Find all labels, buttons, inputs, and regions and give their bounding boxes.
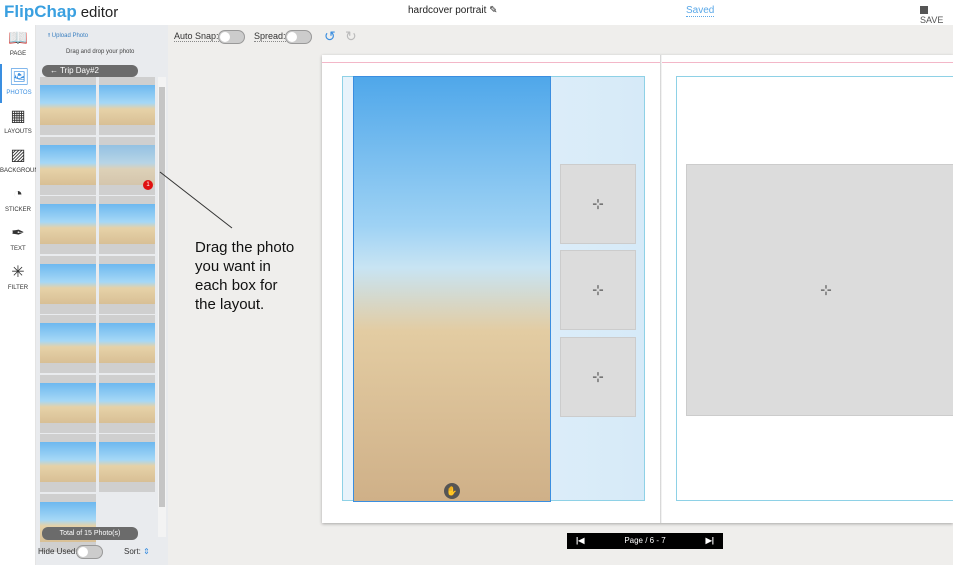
drag-handle-icon[interactable]: ✋ [444, 483, 460, 499]
drag-hint: Drag and drop your photo [66, 49, 135, 55]
sort-button[interactable]: Sort: ⇕ [124, 547, 150, 556]
rail-label: PAGE [9, 51, 27, 57]
photo-thumbnail[interactable] [99, 434, 155, 492]
photo-thumbnail[interactable] [99, 196, 155, 254]
annotation-text: Drag the photo you want in each box for the… [195, 239, 295, 313]
rail-label: TEXT [10, 246, 26, 252]
photo-image [99, 442, 155, 482]
photo-thumbnail[interactable] [99, 374, 155, 433]
photo-thumbnail[interactable] [99, 315, 155, 373]
add-photo-icon: ⊹ [592, 368, 604, 385]
photo-image [40, 382, 96, 423]
sticker-icon: ◔ [13, 186, 23, 203]
photo-image [99, 263, 155, 304]
hide-used-label: Hide Used: [38, 547, 78, 556]
rail-item-sticker[interactable]: ◔ STICKER [0, 181, 36, 220]
spread-label: Spread: [254, 31, 286, 42]
photo-image [40, 204, 96, 244]
spine [660, 55, 662, 523]
rail-item-photos[interactable]: 🖼 PHOTOS [0, 64, 36, 103]
page-navigator: |◀ Page / 6 - 7 ▶| [567, 533, 723, 549]
photo-thumbnail[interactable] [40, 315, 96, 373]
rail-label: PHOTOS [6, 90, 32, 96]
bleed-line [322, 62, 953, 63]
background-icon: ▨ [10, 147, 26, 164]
photo-thumbnail[interactable] [99, 255, 155, 314]
scrollbar-thumb[interactable] [159, 87, 165, 507]
add-photo-icon: ⊹ [592, 195, 604, 212]
photo-slot[interactable]: ⊹ [560, 337, 636, 417]
layouts-icon: ▦ [10, 108, 26, 125]
add-photo-icon: ⊹ [820, 281, 832, 298]
rail-item-layouts[interactable]: ▦ LAYOUTS [0, 103, 36, 142]
magic-wand-icon: ✳ [11, 264, 25, 281]
prev-page-button[interactable]: |◀ [576, 533, 584, 549]
book-icon: 📖 [8, 30, 28, 47]
photo-image [40, 85, 96, 125]
photo-slot[interactable]: ⊹ [560, 164, 636, 244]
photo-thumbnail[interactable] [40, 255, 96, 314]
book-spread: ✋ ⊹ ⊹ ⊹ ⊹ [322, 55, 953, 523]
photo-thumbnail[interactable] [40, 136, 96, 195]
photo-image [99, 85, 155, 125]
photo-thumbnail[interactable] [40, 374, 96, 433]
photos-panel: ⭱ Upload Photo Drag and drop your photo … [36, 25, 168, 565]
photo-thumbnail[interactable] [40, 196, 96, 254]
photo-image [40, 144, 96, 185]
photo-image [40, 263, 96, 304]
save-icon [920, 6, 928, 14]
photo-total: Total of 15 Photo(s) [42, 527, 138, 540]
rail-item-text[interactable]: ✒ TEXT [0, 220, 36, 259]
photo-image [40, 442, 96, 482]
next-page-button[interactable]: ▶| [706, 533, 714, 549]
photo-image [99, 144, 155, 185]
photo-thumbnail[interactable] [40, 434, 96, 492]
save-status: Saved [686, 5, 715, 17]
rail-item-filter[interactable]: ✳ FILTER [0, 259, 36, 298]
rail-label: STICKER [4, 207, 31, 213]
photo-thumbnail[interactable] [99, 77, 155, 135]
undo-icon[interactable]: ↺ [324, 28, 336, 45]
hide-used-toggle[interactable] [76, 545, 103, 559]
logo[interactable]: FlipChap editor [4, 2, 118, 22]
sort-icon: ⇕ [143, 547, 150, 556]
photo-image [99, 382, 155, 423]
auto-snap-label: Auto Snap: [174, 31, 219, 42]
photo-slot-large[interactable]: ⊹ [686, 164, 953, 416]
rail-item-background[interactable]: ▨ BACKGROUND [0, 142, 43, 181]
rail-label: FILTER [7, 285, 29, 291]
rail-label: LAYOUTS [4, 129, 32, 135]
spread-toggle[interactable] [285, 30, 312, 44]
save-button[interactable]: SAVE [920, 5, 953, 25]
rail-item-page[interactable]: 📖 PAGE [0, 25, 36, 64]
photo-thumbnail[interactable]: 1 [99, 136, 155, 195]
add-photo-icon: ⊹ [592, 281, 604, 298]
photo-thumbnail[interactable] [40, 77, 96, 135]
used-count-badge: 1 [143, 179, 153, 190]
header: FlipChap editor hardcover portrait ✎ Save… [0, 0, 953, 25]
photo-image [99, 204, 155, 244]
tool-rail: 📖 PAGE 🖼 PHOTOS ▦ LAYOUTS ▨ BACKGROUND ◔ STICKER ✒… [0, 25, 43, 565]
pen-icon: ✒ [11, 225, 25, 242]
placed-photo[interactable]: ✋ [353, 76, 551, 502]
photo-slot[interactable]: ⊹ [560, 250, 636, 330]
page-indicator: Page / 6 - 7 [624, 536, 666, 545]
redo-icon[interactable]: ↻ [345, 28, 357, 45]
photo-image [40, 323, 96, 363]
project-title[interactable]: hardcover portrait ✎ [408, 5, 498, 16]
photo-thumbnail[interactable] [40, 493, 96, 552]
edit-icon[interactable]: ✎ [489, 5, 497, 16]
album-back-button[interactable]: ← Trip Day#2 [42, 65, 138, 77]
photo-image [99, 323, 155, 363]
image-icon: 🖼 [9, 69, 30, 86]
upload-photo-button[interactable]: ⭱ Upload Photo [48, 31, 88, 41]
auto-snap-toggle[interactable] [218, 30, 245, 44]
